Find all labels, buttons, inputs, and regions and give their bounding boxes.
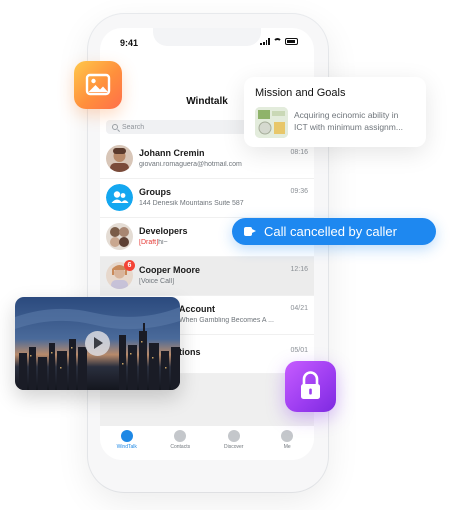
compass-icon [227, 430, 240, 442]
conversation-row[interactable]: Groups 144 Denesik Mountains Suite 587 0… [100, 179, 314, 218]
conversation-preview: giovani.romaguera@hotmail.com [139, 161, 242, 168]
avatar [106, 223, 133, 250]
battery-icon [285, 38, 298, 45]
signal-icon [260, 38, 270, 45]
conversation-preview: [Voice Call] [139, 278, 175, 285]
tab-label: Contacts [170, 444, 191, 450]
image-icon [85, 73, 111, 96]
lock-icon [301, 371, 320, 399]
draft-text: hi~ [158, 239, 168, 246]
photo-gallery-button[interactable] [74, 61, 122, 109]
draft-tag: [Draft] [139, 239, 159, 246]
contacts-icon [174, 430, 187, 442]
conversation-name: Cooper Moore [139, 265, 201, 275]
play-icon[interactable] [85, 331, 110, 356]
mission-title: Mission and Goals [255, 87, 346, 99]
mission-line: ICT with minimum assignm... [294, 122, 403, 132]
tab-discover[interactable]: Discover [214, 430, 254, 460]
status-time: 9:41 [120, 38, 139, 48]
conversation-name: Groups [139, 187, 172, 197]
video-preview-card[interactable] [15, 297, 180, 390]
conversation-time: 04/21 [290, 305, 308, 312]
status-icons [260, 38, 298, 45]
tab-me[interactable]: Me [267, 430, 307, 460]
chat-icon [120, 430, 133, 442]
lock-button[interactable] [285, 361, 336, 412]
wifi-icon [273, 38, 282, 45]
conversation-time: 12:16 [290, 266, 308, 273]
conversation-name: tions [179, 347, 201, 357]
call-cancelled-toast[interactable]: Call cancelled by caller [232, 218, 436, 245]
conversation-name: Developers [139, 226, 188, 236]
group-avatar-icon [106, 184, 133, 211]
conversation-row[interactable]: 6 Cooper Moore [Voice Call] 12:16 [100, 257, 314, 296]
conversation-name: Account [179, 304, 215, 314]
tab-label: Me [283, 444, 291, 450]
conversation-preview: When Gambling Becomes A ... [179, 317, 274, 324]
tab-contacts[interactable]: Contacts [160, 430, 200, 460]
tab-label: Discover [224, 444, 244, 450]
conversation-time: 09:36 [290, 188, 308, 195]
mission-thumbnail [255, 107, 288, 138]
conversation-time: 08:16 [290, 149, 308, 156]
search-icon [112, 124, 118, 130]
mission-description: Acquiring ecinomic ability in ICT with m… [294, 109, 420, 133]
conversation-name: Johann Cremin [139, 148, 205, 158]
mission-card[interactable]: Mission and Goals Acquiring ecinomic abi… [244, 77, 426, 147]
person-icon [281, 430, 294, 442]
conversation-preview: 144 Denesik Mountains Suite 587 [139, 200, 244, 207]
phone-notch [153, 28, 261, 46]
bottom-tab-bar: WindTalk Contacts Discover Me [100, 426, 314, 460]
mission-line: Acquiring ecinomic ability in [294, 110, 399, 120]
avatar [106, 145, 133, 172]
tab-label: WindTalk [116, 444, 137, 450]
unread-badge: 6 [124, 260, 135, 271]
call-notice-text: Call cancelled by caller [264, 224, 397, 239]
search-placeholder: Search [122, 123, 145, 131]
conversation-time: 05/01 [290, 347, 308, 354]
video-camera-icon [244, 227, 256, 236]
tab-windtalk[interactable]: WindTalk [107, 430, 147, 460]
